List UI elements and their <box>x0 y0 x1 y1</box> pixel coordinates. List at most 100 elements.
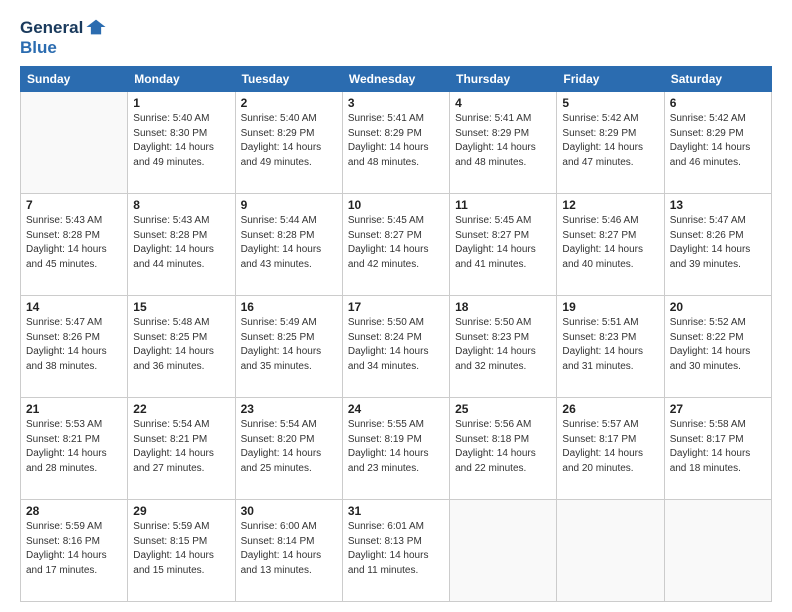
calendar-cell <box>21 92 128 194</box>
day-info: Sunrise: 5:42 AM Sunset: 8:29 PM Dayligh… <box>670 112 766 170</box>
calendar-cell: 31 Sunrise: 6:01 AM Sunset: 8:13 PM Dayli… <box>342 500 449 602</box>
calendar-cell: 29 Sunrise: 5:59 AM Sunset: 8:15 PM Dayli… <box>128 500 235 602</box>
day-info: Sunrise: 5:50 AM Sunset: 8:24 PM Dayligh… <box>348 316 444 374</box>
weekday-header: Wednesday <box>342 67 449 92</box>
calendar-cell: 9 Sunrise: 5:44 AM Sunset: 8:28 PM Daylig… <box>235 194 342 296</box>
day-info: Sunrise: 6:00 AM Sunset: 8:14 PM Dayligh… <box>241 520 337 578</box>
day-info: Sunrise: 5:45 AM Sunset: 8:27 PM Dayligh… <box>455 214 551 272</box>
calendar-cell: 27 Sunrise: 5:58 AM Sunset: 8:17 PM Dayli… <box>664 398 771 500</box>
header: General Blue <box>20 16 772 58</box>
calendar-cell: 22 Sunrise: 5:54 AM Sunset: 8:21 PM Dayli… <box>128 398 235 500</box>
day-number: 9 <box>241 198 337 212</box>
weekday-header: Tuesday <box>235 67 342 92</box>
day-info: Sunrise: 5:59 AM Sunset: 8:16 PM Dayligh… <box>26 520 122 578</box>
calendar-cell: 30Sunrise: 6:00 AM Sunset: 8:14 PM Dayli… <box>235 500 342 602</box>
day-number: 16 <box>241 300 337 314</box>
day-info: Sunrise: 5:47 AM Sunset: 8:26 PM Dayligh… <box>670 214 766 272</box>
calendar-cell: 25 Sunrise: 5:56 AM Sunset: 8:18 PM Dayli… <box>450 398 557 500</box>
calendar-cell: 23 Sunrise: 5:54 AM Sunset: 8:20 PM Dayli… <box>235 398 342 500</box>
calendar-cell: 6Sunrise: 5:42 AM Sunset: 8:29 PM Daylig… <box>664 92 771 194</box>
day-number: 22 <box>133 402 229 416</box>
logo: General Blue <box>20 16 107 58</box>
calendar-cell: 20 Sunrise: 5:52 AM Sunset: 8:22 PM Dayli… <box>664 296 771 398</box>
calendar-cell: 17 Sunrise: 5:50 AM Sunset: 8:24 PM Dayli… <box>342 296 449 398</box>
day-info: Sunrise: 5:57 AM Sunset: 8:17 PM Dayligh… <box>562 418 658 476</box>
day-number: 14 <box>26 300 122 314</box>
day-info: Sunrise: 5:56 AM Sunset: 8:18 PM Dayligh… <box>455 418 551 476</box>
calendar-cell: 19 Sunrise: 5:51 AM Sunset: 8:23 PM Dayli… <box>557 296 664 398</box>
day-number: 5 <box>562 96 658 110</box>
calendar-week-row: 28 Sunrise: 5:59 AM Sunset: 8:16 PM Dayli… <box>21 500 772 602</box>
day-number: 17 <box>348 300 444 314</box>
day-info: Sunrise: 5:40 AM Sunset: 8:29 PM Dayligh… <box>241 112 337 170</box>
day-number: 2 <box>241 96 337 110</box>
day-info: Sunrise: 5:50 AM Sunset: 8:23 PM Dayligh… <box>455 316 551 374</box>
day-info: Sunrise: 5:40 AM Sunset: 8:30 PM Dayligh… <box>133 112 229 170</box>
calendar-cell: 15 Sunrise: 5:48 AM Sunset: 8:25 PM Dayli… <box>128 296 235 398</box>
weekday-header: Saturday <box>664 67 771 92</box>
day-number: 25 <box>455 402 551 416</box>
day-info: Sunrise: 5:43 AM Sunset: 8:28 PM Dayligh… <box>26 214 122 272</box>
day-info: Sunrise: 5:59 AM Sunset: 8:15 PM Dayligh… <box>133 520 229 578</box>
day-number: 18 <box>455 300 551 314</box>
day-number: 31 <box>348 504 444 518</box>
calendar-cell: 12 Sunrise: 5:46 AM Sunset: 8:27 PM Dayli… <box>557 194 664 296</box>
day-info: Sunrise: 5:54 AM Sunset: 8:21 PM Dayligh… <box>133 418 229 476</box>
calendar-cell: 8Sunrise: 5:43 AM Sunset: 8:28 PM Daylig… <box>128 194 235 296</box>
day-info: Sunrise: 5:51 AM Sunset: 8:23 PM Dayligh… <box>562 316 658 374</box>
calendar-cell: 18 Sunrise: 5:50 AM Sunset: 8:23 PM Dayli… <box>450 296 557 398</box>
calendar-cell: 10 Sunrise: 5:45 AM Sunset: 8:27 PM Dayli… <box>342 194 449 296</box>
day-number: 28 <box>26 504 122 518</box>
day-number: 27 <box>670 402 766 416</box>
day-info: Sunrise: 5:58 AM Sunset: 8:17 PM Dayligh… <box>670 418 766 476</box>
day-info: Sunrise: 5:45 AM Sunset: 8:27 PM Dayligh… <box>348 214 444 272</box>
day-info: Sunrise: 6:01 AM Sunset: 8:13 PM Dayligh… <box>348 520 444 578</box>
day-number: 3 <box>348 96 444 110</box>
day-number: 7 <box>26 198 122 212</box>
day-number: 13 <box>670 198 766 212</box>
day-number: 15 <box>133 300 229 314</box>
day-info: Sunrise: 5:48 AM Sunset: 8:25 PM Dayligh… <box>133 316 229 374</box>
day-info: Sunrise: 5:47 AM Sunset: 8:26 PM Dayligh… <box>26 316 122 374</box>
day-info: Sunrise: 5:53 AM Sunset: 8:21 PM Dayligh… <box>26 418 122 476</box>
day-info: Sunrise: 5:54 AM Sunset: 8:20 PM Dayligh… <box>241 418 337 476</box>
day-number: 26 <box>562 402 658 416</box>
day-number: 29 <box>133 504 229 518</box>
calendar-cell: 21Sunrise: 5:53 AM Sunset: 8:21 PM Dayli… <box>21 398 128 500</box>
calendar-cell <box>557 500 664 602</box>
calendar-cell: 16Sunrise: 5:49 AM Sunset: 8:25 PM Dayli… <box>235 296 342 398</box>
day-info: Sunrise: 5:44 AM Sunset: 8:28 PM Dayligh… <box>241 214 337 272</box>
calendar-cell: 13 Sunrise: 5:47 AM Sunset: 8:26 PM Dayli… <box>664 194 771 296</box>
day-number: 20 <box>670 300 766 314</box>
day-number: 4 <box>455 96 551 110</box>
calendar-cell: 4Sunrise: 5:41 AM Sunset: 8:29 PM Daylig… <box>450 92 557 194</box>
weekday-header: Sunday <box>21 67 128 92</box>
day-number: 23 <box>241 402 337 416</box>
weekday-header: Monday <box>128 67 235 92</box>
day-number: 19 <box>562 300 658 314</box>
calendar-cell: 2 Sunrise: 5:40 AM Sunset: 8:29 PM Daylig… <box>235 92 342 194</box>
day-number: 24 <box>348 402 444 416</box>
day-info: Sunrise: 5:46 AM Sunset: 8:27 PM Dayligh… <box>562 214 658 272</box>
day-info: Sunrise: 5:41 AM Sunset: 8:29 PM Dayligh… <box>348 112 444 170</box>
calendar-table: SundayMondayTuesdayWednesdayThursdayFrid… <box>20 66 772 602</box>
day-number: 12 <box>562 198 658 212</box>
calendar-cell: 5 Sunrise: 5:42 AM Sunset: 8:29 PM Daylig… <box>557 92 664 194</box>
calendar-cell: 24Sunrise: 5:55 AM Sunset: 8:19 PM Dayli… <box>342 398 449 500</box>
logo-general-text: General <box>20 19 83 36</box>
calendar-cell <box>664 500 771 602</box>
logo-icon <box>85 16 107 38</box>
day-number: 8 <box>133 198 229 212</box>
logo-blue-text: Blue <box>20 38 57 58</box>
weekday-header-row: SundayMondayTuesdayWednesdayThursdayFrid… <box>21 67 772 92</box>
calendar-week-row: 1 Sunrise: 5:40 AM Sunset: 8:30 PM Daylig… <box>21 92 772 194</box>
day-number: 10 <box>348 198 444 212</box>
day-info: Sunrise: 5:52 AM Sunset: 8:22 PM Dayligh… <box>670 316 766 374</box>
page: General Blue SundayMondayTuesdayWednesda… <box>0 0 792 612</box>
calendar-cell <box>450 500 557 602</box>
weekday-header: Thursday <box>450 67 557 92</box>
day-info: Sunrise: 5:42 AM Sunset: 8:29 PM Dayligh… <box>562 112 658 170</box>
calendar-cell: 3 Sunrise: 5:41 AM Sunset: 8:29 PM Daylig… <box>342 92 449 194</box>
day-number: 1 <box>133 96 229 110</box>
calendar-week-row: 14 Sunrise: 5:47 AM Sunset: 8:26 PM Dayli… <box>21 296 772 398</box>
